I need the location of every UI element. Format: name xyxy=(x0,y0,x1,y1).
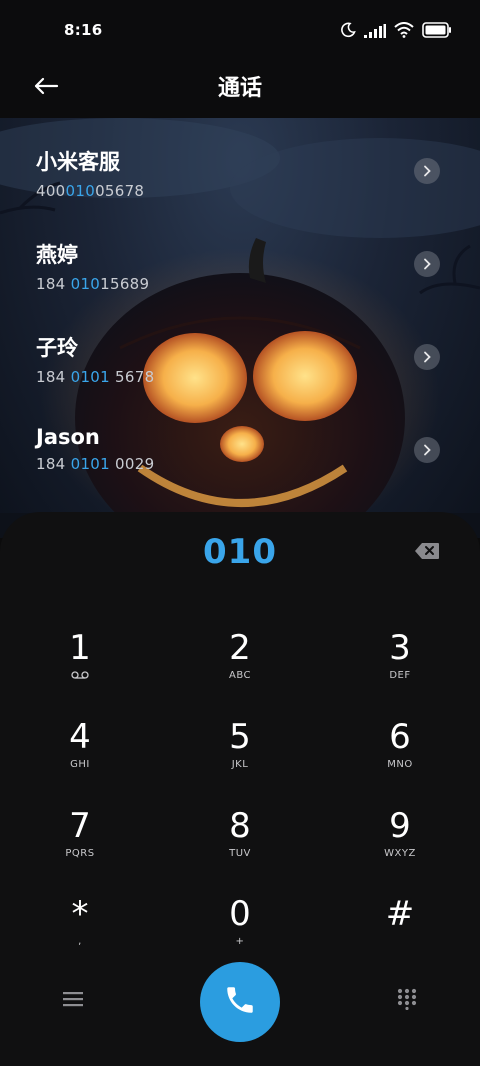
key-letters: , xyxy=(78,936,82,947)
key-digit: 4 xyxy=(69,717,91,757)
contact-detail-button[interactable] xyxy=(414,437,440,463)
contact-detail-button[interactable] xyxy=(414,344,440,370)
entered-number: 010 xyxy=(203,532,277,572)
contact-number: 184 0101 0029 xyxy=(36,455,155,473)
key-letters: GHI xyxy=(70,759,90,770)
dialpad-key-4[interactable]: 4 GHI xyxy=(0,709,160,797)
backspace-button[interactable] xyxy=(414,542,440,562)
dialpad-key-star[interactable]: * , xyxy=(0,886,160,974)
phone-screen: 8:16 通话 小米客服 40001005678 燕婷 184 01015689… xyxy=(0,0,480,1066)
key-letters: PQRS xyxy=(65,848,95,859)
key-digit: 3 xyxy=(389,628,411,668)
key-letters: JKL xyxy=(231,759,249,770)
contact-number: 40001005678 xyxy=(36,182,145,200)
key-letters: DEF xyxy=(389,670,411,681)
contact-item[interactable]: 燕婷 184 01015689 xyxy=(36,239,456,309)
key-digit: 7 xyxy=(69,806,91,846)
contact-item[interactable]: 小米客服 40001005678 xyxy=(36,146,456,216)
key-digit: 8 xyxy=(229,806,251,846)
status-time: 8:16 xyxy=(64,21,103,39)
chevron-right-icon xyxy=(422,255,432,274)
wifi-icon xyxy=(394,22,414,42)
contact-name: 燕婷 xyxy=(36,243,78,267)
contact-name: 小米客服 xyxy=(36,150,120,174)
contact-name: 子玲 xyxy=(36,336,78,360)
contact-detail-button[interactable] xyxy=(414,158,440,184)
key-letters: ABC xyxy=(228,670,251,681)
app-header: 通话 xyxy=(0,62,480,118)
key-digit: * xyxy=(71,894,89,934)
battery-icon xyxy=(422,22,452,42)
contact-detail-button[interactable] xyxy=(414,251,440,277)
menu-icon xyxy=(63,991,83,1011)
dialpad-key-hash[interactable]: # xyxy=(320,886,480,974)
dialpad-toggle-button[interactable] xyxy=(392,986,422,1016)
signal-icon xyxy=(364,23,386,42)
key-letters xyxy=(320,936,480,950)
key-digit: 2 xyxy=(229,628,251,668)
dialpad-key-8[interactable]: 8 TUV xyxy=(160,798,320,886)
chevron-right-icon xyxy=(422,441,432,460)
dialpad-key-6[interactable]: 6 MNO xyxy=(320,709,480,797)
moon-icon xyxy=(340,22,356,42)
status-icons xyxy=(340,22,452,42)
chevron-right-icon xyxy=(422,348,432,367)
voicemail-icon xyxy=(0,670,160,684)
dialpad-key-5[interactable]: 5 JKL xyxy=(160,709,320,797)
key-digit: 1 xyxy=(69,628,91,668)
dialpad-key-3[interactable]: 3 DEF xyxy=(320,620,480,708)
chevron-right-icon xyxy=(422,162,432,181)
key-digit: # xyxy=(385,894,415,934)
status-bar: 8:16 xyxy=(0,0,480,62)
contact-name: Jason xyxy=(36,425,100,449)
backspace-icon xyxy=(414,543,440,564)
page-title: 通话 xyxy=(217,76,262,101)
key-letters: TUV xyxy=(229,848,251,859)
dialpad-key-1[interactable]: 1 xyxy=(0,620,160,708)
dialpad-key-7[interactable]: 7 PQRS xyxy=(0,798,160,886)
key-letters: MNO xyxy=(387,759,413,770)
dialpad-key-0[interactable]: 0 + xyxy=(160,886,320,974)
key-digit: 6 xyxy=(389,717,411,757)
contact-item[interactable]: 子玲 184 0101 5678 xyxy=(36,332,456,402)
key-letters: WXYZ xyxy=(384,848,416,859)
key-letters: + xyxy=(235,936,245,947)
phone-icon xyxy=(223,983,257,1021)
menu-button[interactable] xyxy=(58,986,88,1016)
key-digit: 5 xyxy=(229,717,251,757)
dialpad-key-2[interactable]: 2 ABC xyxy=(160,620,320,708)
contact-item[interactable]: Jason 184 0101 0029 xyxy=(36,425,456,495)
key-digit: 9 xyxy=(389,806,411,846)
key-digit: 0 xyxy=(229,894,251,934)
contact-number: 184 0101 5678 xyxy=(36,368,155,386)
dialpad-grid-icon xyxy=(397,988,417,1014)
contact-number: 184 01015689 xyxy=(36,275,150,293)
dialpad-key-9[interactable]: 9 WXYZ xyxy=(320,798,480,886)
call-button[interactable] xyxy=(200,962,280,1042)
